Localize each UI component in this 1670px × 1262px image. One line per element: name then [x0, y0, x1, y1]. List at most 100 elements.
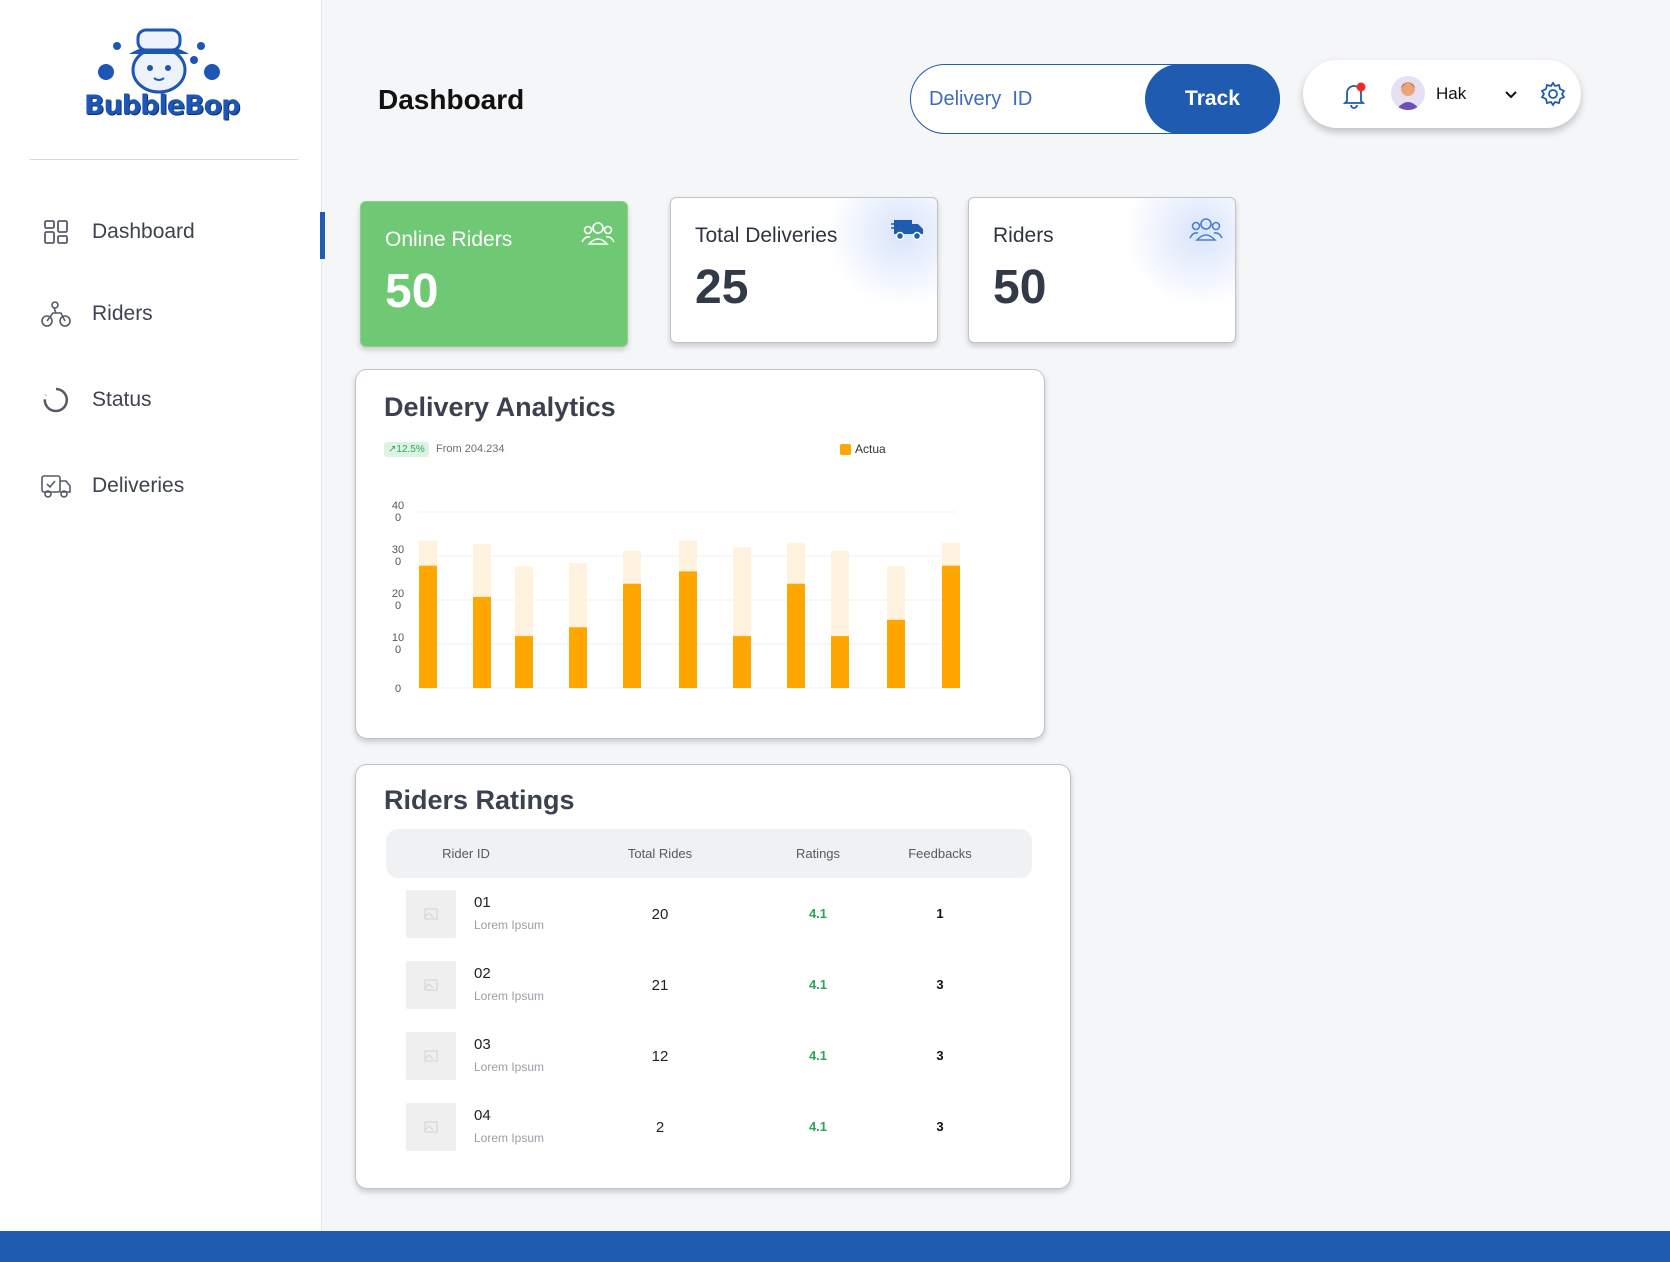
table-header: Rider ID Total Rides Ratings Feedbacks — [386, 829, 1032, 878]
y-tick-label: 0 — [395, 683, 401, 695]
bar-actual — [887, 619, 905, 688]
stat-label: Online Riders — [385, 228, 513, 251]
brand-logo[interactable]: BubbleBop — [84, 22, 240, 134]
trend-from-text: From 204.234 — [436, 443, 505, 455]
bar-actual — [569, 627, 587, 688]
user-name[interactable]: Hak — [1436, 84, 1466, 104]
legend-label: Actua — [855, 442, 886, 456]
sidebar-item-deliveries[interactable]: Deliveries — [40, 466, 184, 506]
track-button[interactable]: Track — [1145, 64, 1280, 134]
feedback-count: 3 — [936, 1119, 944, 1134]
stat-card-total-deliveries[interactable]: Total Deliveries 25 — [670, 197, 938, 343]
riders-ratings-panel: Riders Ratings Rider ID Total Rides Rati… — [355, 764, 1071, 1189]
column-header-rider-id[interactable]: Rider ID — [426, 846, 506, 861]
users-icon — [1189, 214, 1223, 244]
table-row[interactable]: 02 Lorem Ipsum 21 4.1 3 — [386, 955, 1032, 1015]
grid-icon — [40, 216, 72, 248]
rider-id: 04 — [474, 1107, 491, 1124]
total-rides: 21 — [651, 977, 669, 994]
motorbike-icon — [40, 298, 72, 330]
total-rides: 12 — [651, 1048, 669, 1065]
rating-value: 4.1 — [808, 906, 828, 921]
column-header-feedbacks[interactable]: Feedbacks — [892, 846, 988, 861]
chevron-down-icon[interactable] — [1501, 84, 1521, 104]
rating-value: 4.1 — [808, 1048, 828, 1063]
bar-actual — [623, 583, 641, 688]
y-tick-label: 20 0 — [392, 588, 404, 612]
users-icon — [581, 218, 615, 248]
sidebar-item-dashboard[interactable]: Dashboard — [40, 212, 195, 252]
y-tick-label: 30 0 — [392, 544, 404, 568]
page-title: Dashboard — [378, 84, 525, 115]
gear-icon[interactable] — [1539, 80, 1567, 108]
sidebar-item-label: Status — [92, 388, 152, 411]
bar-actual — [515, 636, 533, 688]
bar-actual — [473, 596, 491, 688]
legend-swatch — [840, 443, 851, 455]
panel-title: Delivery Analytics — [384, 392, 616, 422]
rider-id: 01 — [474, 894, 491, 911]
rider-image-placeholder-icon — [406, 961, 456, 1009]
column-header-total-rides[interactable]: Total Rides — [610, 846, 710, 861]
rider-subtitle: Lorem Ipsum — [474, 1060, 545, 1074]
delivery-id-input[interactable] — [929, 79, 1129, 119]
stat-label: Riders — [993, 224, 1054, 247]
stat-value: 50 — [993, 261, 1047, 314]
sidebar-item-label: Riders — [92, 302, 153, 325]
footer-bar — [0, 1231, 1670, 1262]
bar-actual — [679, 571, 697, 688]
bar-actual — [733, 636, 751, 688]
sidebar-item-status[interactable]: Status — [40, 380, 152, 420]
active-nav-indicator — [320, 212, 325, 259]
sidebar-item-riders[interactable]: Riders — [40, 294, 153, 334]
sidebar-item-label: Dashboard — [92, 220, 195, 243]
bar-actual — [831, 636, 849, 688]
avatar[interactable] — [1391, 76, 1425, 110]
bar-actual — [787, 583, 805, 688]
trend-badge: ↗12.5% — [384, 442, 429, 457]
stat-value: 25 — [695, 261, 749, 314]
table-row[interactable]: 01 Lorem Ipsum 20 4.1 1 — [386, 884, 1032, 944]
sidebar-item-label: Deliveries — [92, 474, 185, 497]
y-tick-label: 10 0 — [392, 632, 404, 656]
brand-name: BubbleBop — [84, 90, 240, 121]
total-rides: 20 — [651, 906, 669, 923]
rider-image-placeholder-icon — [406, 890, 456, 938]
loading-circle-icon — [40, 384, 72, 416]
rider-id: 03 — [474, 1036, 491, 1053]
rider-subtitle: Lorem Ipsum — [474, 1131, 545, 1145]
total-rides: 2 — [655, 1119, 665, 1136]
rider-id: 02 — [474, 965, 491, 982]
bubblebop-mascot-icon — [98, 28, 220, 94]
y-tick-label: 40 0 — [392, 500, 404, 524]
rating-value: 4.1 — [808, 1119, 828, 1134]
feedback-count: 3 — [936, 1048, 944, 1063]
rating-value: 4.1 — [808, 977, 828, 992]
stat-card-riders[interactable]: Riders 50 — [968, 197, 1236, 343]
stat-card-online-riders[interactable]: Online Riders 50 — [360, 201, 628, 347]
trend-value: 12.5% — [396, 444, 425, 455]
feedback-count: 1 — [936, 906, 944, 921]
rider-subtitle: Lorem Ipsum — [474, 989, 545, 1003]
chart-legend[interactable]: Actua — [840, 442, 886, 456]
stat-label: Total Deliveries — [695, 224, 838, 247]
rider-image-placeholder-icon — [406, 1032, 456, 1080]
bar-actual — [942, 565, 960, 688]
rider-subtitle: Lorem Ipsum — [474, 918, 545, 932]
bell-icon[interactable] — [1339, 80, 1369, 110]
delivery-truck-icon — [891, 214, 925, 244]
column-header-ratings[interactable]: Ratings — [778, 846, 858, 861]
table-row[interactable]: 04 Lorem Ipsum 2 4.1 3 — [386, 1097, 1032, 1157]
track-search: Track — [910, 64, 1280, 134]
rider-image-placeholder-icon — [406, 1103, 456, 1151]
delivery-truck-icon — [40, 470, 72, 502]
feedback-count: 3 — [936, 977, 944, 992]
table-row[interactable]: 03 Lorem Ipsum 12 4.1 3 — [386, 1026, 1032, 1086]
user-menu: Hak — [1303, 60, 1581, 128]
stat-value: 50 — [385, 265, 439, 318]
panel-title: Riders Ratings — [384, 785, 575, 815]
bar-actual — [419, 565, 437, 688]
delivery-analytics-panel: 40 0 30 0 20 0 10 0 0 Delivery Analytics ↗12.5% … — [355, 369, 1045, 739]
delivery-analytics-chart: 40 0 30 0 20 0 10 0 0 — [392, 500, 960, 695]
sidebar: BubbleBop Dashboard Riders Status Delive… — [0, 0, 322, 1231]
